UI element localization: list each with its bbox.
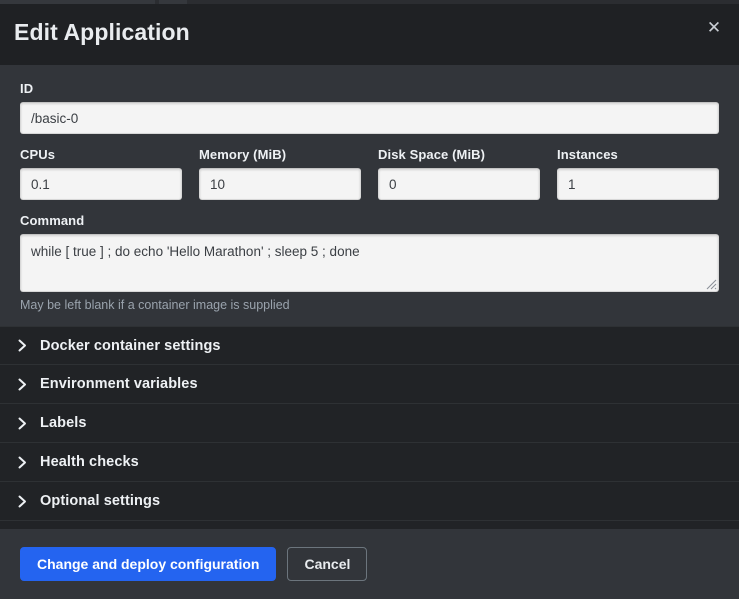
command-textarea[interactable]: while [ true ] ; do echo 'Hello Marathon… [20,234,719,292]
chevron-right-icon [17,455,27,469]
modal-footer: Change and deploy configuration Cancel [0,529,739,599]
memory-input[interactable] [199,168,361,200]
id-input[interactable] [20,102,719,134]
accordion-item-label: Optional settings [40,493,160,509]
command-field-group: Command while [ true ] ; do echo 'Hello … [20,213,719,312]
accordion-item-docker-container-settings[interactable]: Docker container settings [0,326,739,365]
accordion-item-environment-variables[interactable]: Environment variables [0,365,739,404]
chevron-right-icon [17,339,27,353]
chevron-right-icon [17,377,27,391]
cancel-button[interactable]: Cancel [287,547,367,581]
edit-application-modal: Edit Application ✕ ID CPUs Memory (MiB) … [0,0,739,599]
id-field-label: ID [20,81,719,96]
background-sliver-segment [159,0,187,4]
memory-field-group: Memory (MiB) [199,147,361,200]
id-field-group: ID [20,81,719,134]
command-help-text: May be left blank if a container image i… [20,298,719,312]
resources-row: CPUs Memory (MiB) Disk Space (MiB) Insta… [20,147,719,200]
accordion-item-label: Health checks [40,454,139,470]
instances-label: Instances [557,147,719,162]
accordion-item-label: Environment variables [40,376,198,392]
cpus-input[interactable] [20,168,182,200]
disk-space-input[interactable] [378,168,540,200]
disk-space-field-group: Disk Space (MiB) [378,147,540,200]
cpus-field-group: CPUs [20,147,182,200]
cpus-label: CPUs [20,147,182,162]
command-label: Command [20,213,719,228]
accordion-item-labels[interactable]: Labels [0,404,739,443]
chevron-right-icon [17,494,27,508]
accordion-item-label: Docker container settings [40,338,221,354]
chevron-right-icon [17,416,27,430]
accordion-item-optional-settings[interactable]: Optional settings [0,482,739,521]
background-sliver-segment [190,0,739,4]
change-and-deploy-configuration-button[interactable]: Change and deploy configuration [20,547,276,581]
instances-input[interactable] [557,168,719,200]
modal-header: Edit Application ✕ [0,0,739,65]
accordion-item-health-checks[interactable]: Health checks [0,443,739,482]
background-page-sliver [0,0,739,4]
memory-label: Memory (MiB) [199,147,361,162]
instances-field-group: Instances [557,147,719,200]
command-textarea-wrapper: while [ true ] ; do echo 'Hello Marathon… [20,234,719,292]
accordion-item-label: Labels [40,415,87,431]
settings-accordion: Docker container settings Environment va… [0,326,739,529]
modal-body: ID CPUs Memory (MiB) Disk Space (MiB) In… [0,65,739,326]
background-sliver-segment [0,0,155,4]
disk-space-label: Disk Space (MiB) [378,147,540,162]
page-title: Edit Application [14,19,190,46]
close-icon[interactable]: ✕ [701,14,727,40]
